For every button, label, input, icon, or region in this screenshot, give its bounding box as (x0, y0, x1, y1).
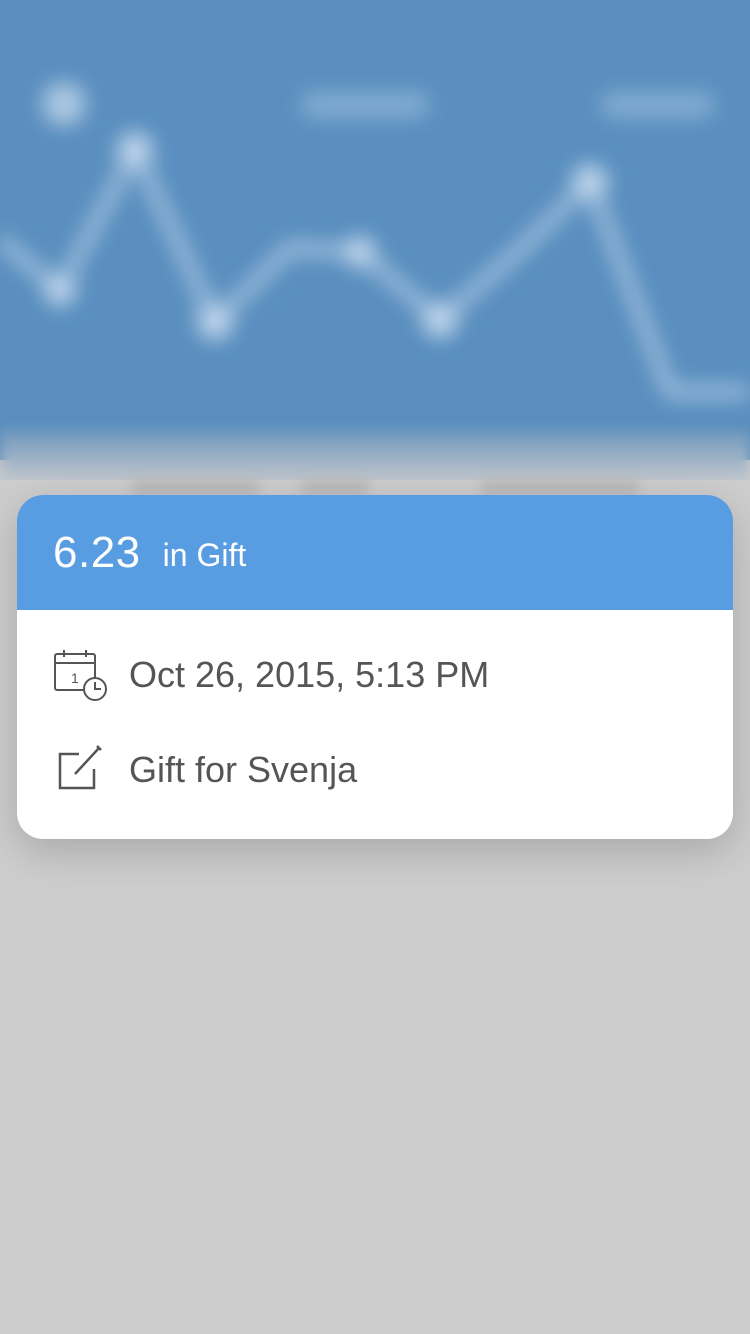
transaction-note: Gift for Svenja (129, 749, 358, 790)
background-strip (300, 480, 370, 496)
card-header: 6.23 in Gift (17, 495, 733, 610)
background-strip (130, 480, 260, 496)
blurred-line-chart (0, 82, 750, 399)
transaction-date: Oct 26, 2015, 5:13 PM (129, 654, 490, 695)
calendar-clock-icon: 1 (53, 647, 109, 703)
transaction-peek-card[interactable]: 6.23 in Gift 1 Oct 26, 2015, 5:13 PM Gif… (17, 495, 733, 839)
svg-text:1: 1 (71, 670, 79, 686)
transaction-category: in Gift (162, 537, 247, 573)
blurred-chart-background (0, 0, 750, 460)
note-row: Gift for Svenja (53, 742, 357, 798)
background-strip (480, 480, 640, 496)
transaction-amount: 6.23 (53, 527, 141, 577)
date-row: 1 Oct 26, 2015, 5:13 PM (53, 647, 489, 703)
edit-note-icon (53, 742, 109, 798)
